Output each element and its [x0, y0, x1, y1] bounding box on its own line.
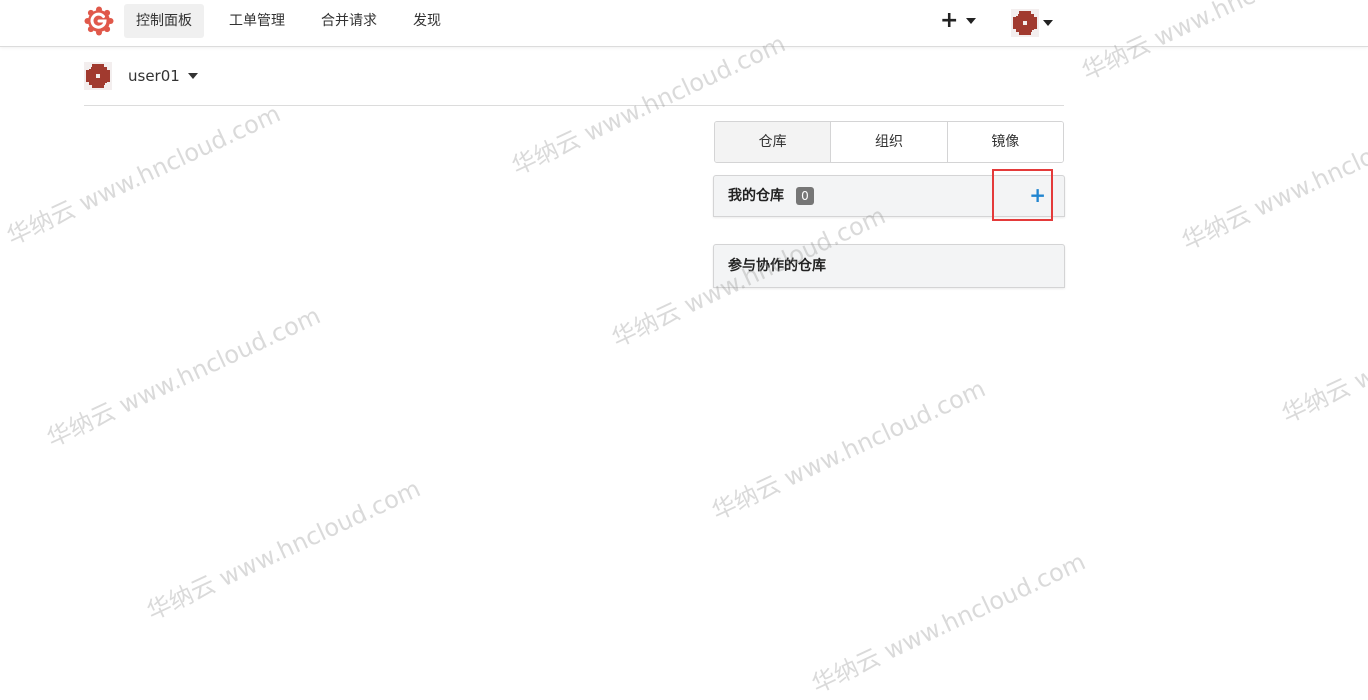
watermark: 华纳云 www.hncloud.com [42, 301, 325, 453]
divider [84, 105, 1064, 106]
collab-repos-header: 参与协作的仓库 [713, 244, 1065, 288]
plus-icon: + [940, 8, 959, 33]
nav-pull-requests[interactable]: 合并请求 [309, 4, 389, 38]
context-username: user01 [128, 67, 180, 85]
watermark: 华纳云 www.hncloud.com [1177, 104, 1368, 256]
dashboard-tabs: 仓库 组织 镜像 [714, 121, 1064, 163]
user-menu[interactable] [1011, 9, 1053, 37]
watermark: 华纳云 www.hncloud.com [707, 374, 990, 526]
nav-issues[interactable]: 工单管理 [217, 4, 297, 38]
avatar [84, 62, 112, 90]
chevron-down-icon [966, 18, 977, 24]
avatar [1011, 9, 1039, 37]
collab-repos-title: 参与协作的仓库 [728, 258, 826, 274]
watermark: 华纳云 www.hncloud.com [1277, 277, 1368, 429]
nav-explore[interactable]: 发现 [401, 4, 453, 38]
tab-organizations[interactable]: 组织 [830, 122, 947, 162]
gitea-logo-icon[interactable] [84, 6, 114, 36]
chevron-down-icon [1043, 20, 1053, 26]
watermark: 华纳云 www.hncloud.com [2, 99, 285, 251]
chevron-down-icon [187, 73, 198, 79]
tab-mirrors[interactable]: 镜像 [946, 122, 1063, 162]
repo-count-badge: 0 [796, 187, 814, 205]
top-navbar: 控制面板 工单管理 合并请求 发现 + [0, 0, 1368, 47]
context-switcher[interactable]: user01 [84, 60, 198, 92]
highlight-box [992, 169, 1053, 221]
create-menu[interactable]: + [940, 8, 977, 34]
my-repos-title: 我的仓库 [728, 188, 784, 204]
watermark: 华纳云 www.hncloud.com [807, 547, 1090, 699]
tab-repositories[interactable]: 仓库 [715, 122, 831, 162]
watermark: 华纳云 www.hncloud.com [142, 474, 425, 626]
nav-dashboard[interactable]: 控制面板 [124, 4, 204, 38]
